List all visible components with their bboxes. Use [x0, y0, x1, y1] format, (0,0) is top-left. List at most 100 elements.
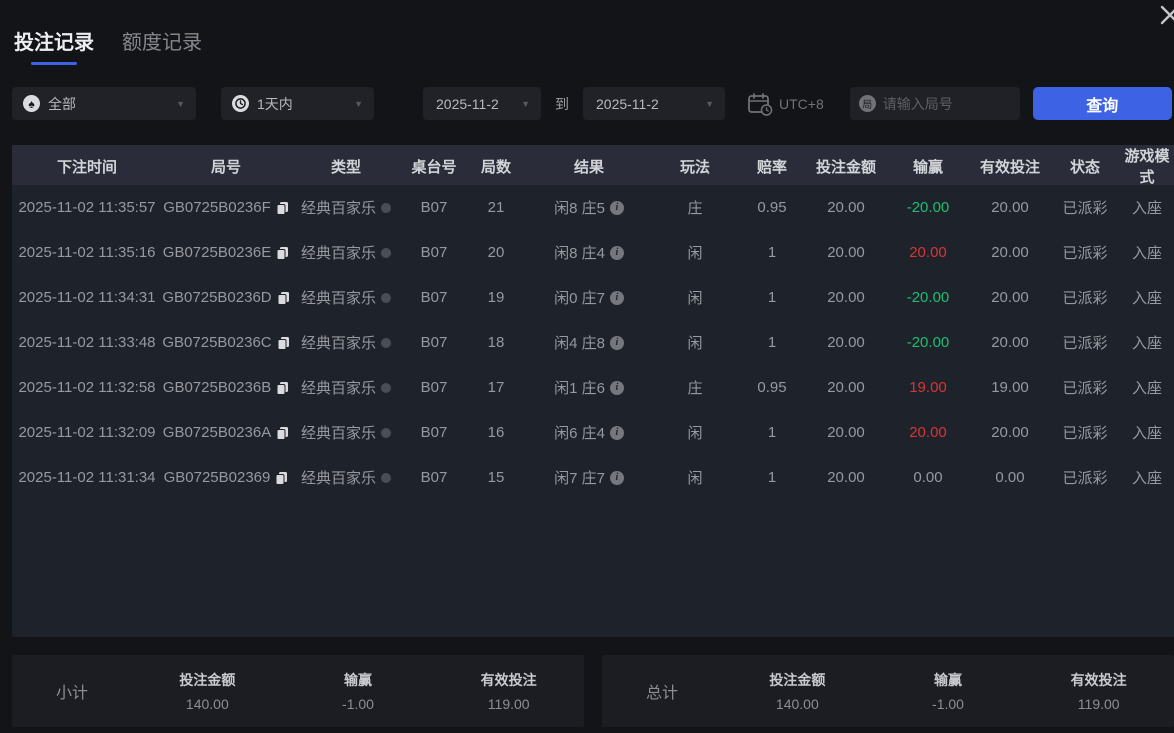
total-win-value: -1.00	[873, 696, 1024, 712]
table-row[interactable]: 2025-11-02 11:35:57 GB0725B0236F 经典百家乐 B…	[12, 185, 1174, 230]
status-cell: 已派彩	[1050, 197, 1120, 218]
table-row[interactable]: 2025-11-02 11:35:16 GB0725B0236E 经典百家乐 B…	[12, 230, 1174, 275]
type-dot-icon	[381, 293, 391, 303]
column-header: 局号	[162, 156, 290, 177]
round-no-cell: 17	[466, 379, 526, 396]
subtotal-bet-value: 140.00	[132, 696, 283, 712]
odds-cell: 1	[738, 244, 806, 261]
copy-icon[interactable]	[276, 246, 289, 260]
table-no-cell: B07	[402, 334, 466, 351]
info-icon[interactable]: i	[610, 471, 624, 485]
time-range-dropdown[interactable]: 1天内 ▼	[221, 87, 374, 120]
close-icon[interactable]	[1157, 2, 1174, 28]
bet-time-cell: 2025-11-02 11:35:16	[12, 244, 162, 261]
copy-icon[interactable]	[277, 336, 290, 350]
column-header: 赔率	[738, 156, 806, 177]
game-type-cell: 经典百家乐	[290, 197, 402, 218]
result-cell: 闲0 庄7 i	[526, 287, 652, 308]
timezone-indicator[interactable]: UTC+8	[747, 92, 824, 116]
copy-icon[interactable]	[276, 426, 289, 440]
valid-bet-cell: 20.00	[970, 289, 1050, 306]
table-header-row: 下注时间局号类型桌台号局数结果玩法赔率投注金额输赢有效投注状态游戏模式	[12, 145, 1174, 185]
round-no-cell: 18	[466, 334, 526, 351]
subtotal-card: 小计 投注金额140.00 输赢-1.00 有效投注119.00	[12, 655, 584, 727]
round-id-cell: GB0725B0236A	[162, 424, 290, 441]
result-cell: 闲8 庄5 i	[526, 197, 652, 218]
tab-bet-records[interactable]: 投注记录	[14, 26, 94, 65]
copy-icon[interactable]	[277, 291, 290, 305]
chevron-down-icon: ▼	[521, 99, 541, 109]
round-no-cell: 15	[466, 469, 526, 486]
time-range-value: 1天内	[257, 94, 293, 114]
tab-quota-records[interactable]: 额度记录	[122, 26, 202, 65]
copy-icon[interactable]	[276, 201, 289, 215]
game-type-cell: 经典百家乐	[290, 377, 402, 398]
info-icon[interactable]: i	[610, 246, 624, 260]
game-type-value: 全部	[48, 94, 76, 114]
table-no-cell: B07	[402, 379, 466, 396]
status-cell: 已派彩	[1050, 242, 1120, 263]
table-row[interactable]: 2025-11-02 11:32:09 GB0725B0236A 经典百家乐 B…	[12, 410, 1174, 455]
win-loss-value: 20.00	[886, 244, 970, 261]
round-number-input[interactable]	[883, 96, 1003, 112]
summary-bar: 小计 投注金额140.00 输赢-1.00 有效投注119.00 总计 投注金额…	[12, 655, 1174, 727]
mode-cell: 入座	[1120, 197, 1174, 218]
table-no-cell: B07	[402, 244, 466, 261]
bet-time-cell: 2025-11-02 11:34:31	[12, 289, 162, 306]
valid-bet-cell: 19.00	[970, 379, 1050, 396]
valid-bet-cell: 20.00	[970, 199, 1050, 216]
round-id-cell: GB0725B0236C	[162, 334, 290, 351]
column-header: 输赢	[886, 156, 970, 177]
play-cell: 闲	[652, 422, 738, 443]
mode-cell: 入座	[1120, 332, 1174, 353]
date-from-dropdown[interactable]: 2025-11-2 ▼	[423, 87, 541, 120]
table-row[interactable]: 2025-11-02 11:32:58 GB0725B0236B 经典百家乐 B…	[12, 365, 1174, 410]
chevron-down-icon: ▼	[176, 99, 196, 109]
play-cell: 庄	[652, 377, 738, 398]
bet-amount-cell: 20.00	[806, 199, 886, 216]
column-header: 有效投注	[970, 156, 1050, 177]
status-cell: 已派彩	[1050, 422, 1120, 443]
info-icon[interactable]: i	[610, 426, 624, 440]
game-type-dropdown[interactable]: ♠ 全部 ▼	[12, 87, 196, 120]
query-button[interactable]: 查询	[1033, 87, 1172, 120]
mode-cell: 入座	[1120, 287, 1174, 308]
info-icon[interactable]: i	[610, 336, 624, 350]
column-header: 状态	[1050, 156, 1120, 177]
copy-icon[interactable]	[276, 381, 289, 395]
copy-icon[interactable]	[275, 471, 288, 485]
bet-time-cell: 2025-11-02 11:32:58	[12, 379, 162, 396]
records-table: 下注时间局号类型桌台号局数结果玩法赔率投注金额输赢有效投注状态游戏模式 2025…	[12, 145, 1174, 637]
game-type-cell: 经典百家乐	[290, 422, 402, 443]
table-no-cell: B07	[402, 469, 466, 486]
round-no-cell: 21	[466, 199, 526, 216]
subtotal-valid-label: 有效投注	[433, 670, 584, 690]
subtotal-valid-value: 119.00	[433, 696, 584, 712]
info-icon[interactable]: i	[610, 201, 624, 215]
column-header: 游戏模式	[1120, 145, 1174, 187]
bet-amount-cell: 20.00	[806, 244, 886, 261]
type-dot-icon	[381, 428, 391, 438]
subtotal-bet-label: 投注金额	[132, 670, 283, 690]
chevron-down-icon: ▼	[705, 99, 725, 109]
win-loss-value: -20.00	[886, 334, 970, 351]
type-dot-icon	[381, 203, 391, 213]
table-row[interactable]: 2025-11-02 11:34:31 GB0725B0236D 经典百家乐 B…	[12, 275, 1174, 320]
win-loss-value: 19.00	[886, 379, 970, 396]
play-cell: 闲	[652, 287, 738, 308]
round-id-cell: GB0725B0236D	[162, 289, 290, 306]
info-icon[interactable]: i	[610, 291, 624, 305]
info-icon[interactable]: i	[610, 381, 624, 395]
mode-cell: 入座	[1120, 422, 1174, 443]
bet-amount-cell: 20.00	[806, 424, 886, 441]
odds-cell: 0.95	[738, 379, 806, 396]
date-to-dropdown[interactable]: 2025-11-2 ▼	[583, 87, 725, 120]
column-header: 局数	[466, 156, 526, 177]
win-loss-value: -20.00	[886, 289, 970, 306]
bet-amount-cell: 20.00	[806, 334, 886, 351]
round-id-cell: GB0725B02369	[162, 469, 290, 486]
table-row[interactable]: 2025-11-02 11:31:34 GB0725B02369 经典百家乐 B…	[12, 455, 1174, 500]
table-row[interactable]: 2025-11-02 11:33:48 GB0725B0236C 经典百家乐 B…	[12, 320, 1174, 365]
type-dot-icon	[381, 248, 391, 258]
play-cell: 闲	[652, 242, 738, 263]
